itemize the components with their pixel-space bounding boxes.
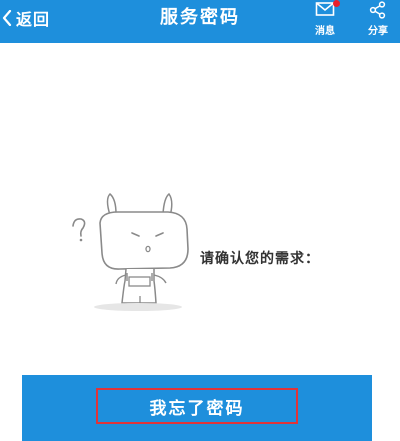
share-icon: [369, 1, 386, 19]
confused-bunny-mascot: [72, 193, 189, 311]
message-badge: [333, 0, 340, 7]
back-label: 返回: [16, 10, 51, 29]
forgot-password-button[interactable]: 我忘了密码: [96, 388, 298, 424]
back-button[interactable]: 返回: [0, 0, 56, 36]
share-button[interactable]: 分享: [356, 0, 400, 43]
content-area: 请确认您的需求：: [0, 43, 400, 375]
message-button[interactable]: 消息: [303, 0, 347, 43]
envelope-icon: [315, 2, 335, 16]
header-bar: 返回 服务密码 消息 分享: [0, 0, 400, 43]
back-chevron-icon: [2, 10, 12, 26]
share-label: 分享: [368, 26, 388, 37]
prompt-text: 请确认您的需求：: [200, 251, 320, 267]
message-label: 消息: [315, 26, 335, 37]
bottom-action-bar: 我忘了密码: [22, 375, 372, 441]
